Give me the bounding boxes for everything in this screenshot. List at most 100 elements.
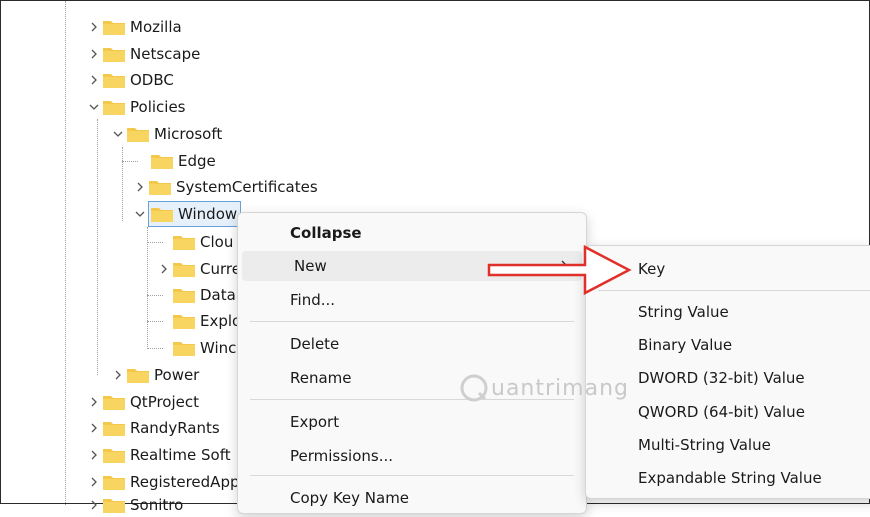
folder-icon bbox=[173, 234, 195, 250]
chevron-right-icon[interactable] bbox=[87, 395, 101, 409]
menu-separator bbox=[598, 290, 870, 291]
folder-icon bbox=[149, 179, 171, 195]
folder-icon bbox=[103, 394, 125, 410]
tree-guide-line bbox=[122, 161, 138, 162]
tree-item-label: Clou bbox=[200, 233, 234, 251]
menu-item-label: String Value bbox=[638, 303, 729, 321]
tree-item-cloud[interactable]: Clou bbox=[173, 230, 233, 254]
tree-guide-line bbox=[147, 242, 163, 243]
chevron-right-icon[interactable] bbox=[157, 262, 171, 276]
folder-icon bbox=[103, 72, 125, 88]
watermark-text: uantrimang bbox=[491, 375, 629, 401]
chevron-right-icon[interactable] bbox=[111, 368, 125, 382]
tree-item-registeredapp[interactable]: RegisteredApp bbox=[87, 470, 239, 494]
tree-item-policies[interactable]: Policies bbox=[87, 95, 185, 119]
menu-item-label: Binary Value bbox=[638, 336, 733, 354]
menu-item-delete[interactable]: Delete bbox=[238, 329, 586, 359]
menu-item-copy-key-name[interactable]: Copy Key Name bbox=[238, 483, 586, 513]
tree-item-sonitro[interactable]: Sonitro bbox=[87, 493, 183, 517]
tree-item-label: QtProject bbox=[130, 393, 200, 411]
folder-icon bbox=[103, 420, 125, 436]
tree-item-label: SystemCertificates bbox=[176, 178, 318, 196]
menu-item-label: DWORD (32-bit) Value bbox=[638, 369, 805, 387]
chevron-right-icon[interactable] bbox=[87, 421, 101, 435]
menu-item-label: Export bbox=[290, 413, 340, 431]
tree-item-data[interactable]: Data bbox=[173, 283, 236, 307]
tree-item-label: Mozilla bbox=[130, 18, 182, 36]
tree-item-label: Microsoft bbox=[154, 125, 223, 143]
menu-item-label: QWORD (64-bit) Value bbox=[638, 403, 805, 421]
menu-item-label: Delete bbox=[290, 335, 340, 353]
chevron-down-icon[interactable] bbox=[87, 100, 101, 114]
tree-item-systemcertificates[interactable]: SystemCertificates bbox=[133, 175, 318, 199]
menu-item-export[interactable]: Export bbox=[238, 407, 586, 437]
submenu-item-expandable-string-value[interactable]: Expandable String Value bbox=[586, 463, 870, 493]
tree-item-windows[interactable]: Window bbox=[133, 201, 241, 227]
folder-icon bbox=[173, 287, 195, 303]
folder-icon bbox=[103, 99, 125, 115]
tree-item-current[interactable]: Curre bbox=[157, 257, 241, 281]
tree-guide-line bbox=[147, 227, 148, 347]
tree-item-label: Policies bbox=[130, 98, 186, 116]
tree-item-randyrants[interactable]: RandyRants bbox=[87, 416, 220, 440]
annotation-arrow-icon bbox=[487, 244, 632, 296]
tree-item-label: RandyRants bbox=[130, 419, 220, 437]
tree-item-label: Winc bbox=[200, 339, 237, 357]
chevron-right-icon[interactable] bbox=[87, 448, 101, 462]
tree-item-label: ODBC bbox=[130, 71, 174, 89]
tree-item-label: Data bbox=[200, 286, 236, 304]
menu-item-label: Copy Key Name bbox=[290, 489, 410, 507]
folder-icon bbox=[151, 153, 173, 169]
menu-item-label: Expandable String Value bbox=[638, 469, 822, 487]
menu-item-label: Multi-String Value bbox=[638, 436, 771, 454]
registry-editor-tree-pane: Mozilla Netscape ODBC Policies Microsoft bbox=[0, 0, 870, 514]
menu-separator bbox=[250, 475, 574, 476]
tree-item-microsoft[interactable]: Microsoft bbox=[111, 122, 222, 146]
submenu-item-multi-string-value[interactable]: Multi-String Value bbox=[586, 430, 870, 460]
folder-icon bbox=[103, 474, 125, 490]
tree-item-label: Sonitro bbox=[130, 496, 184, 514]
chevron-right-icon[interactable] bbox=[87, 47, 101, 61]
chevron-right-icon[interactable] bbox=[87, 475, 101, 489]
menu-item-permissions[interactable]: Permissions... bbox=[238, 441, 586, 471]
tree-item-label: Curre bbox=[200, 260, 241, 278]
folder-icon bbox=[103, 497, 125, 513]
folder-icon bbox=[103, 447, 125, 463]
tree-item-netscape[interactable]: Netscape bbox=[87, 42, 200, 66]
tree-item-explorer[interactable]: Explo bbox=[173, 309, 241, 333]
chevron-right-icon[interactable] bbox=[87, 498, 101, 512]
menu-separator bbox=[250, 321, 574, 322]
tree-item-realtime-soft[interactable]: Realtime Soft bbox=[87, 443, 231, 467]
tree-item-odbc[interactable]: ODBC bbox=[87, 68, 174, 92]
tree-item-label: Power bbox=[154, 366, 200, 384]
tree-item-qtproject[interactable]: QtProject bbox=[87, 390, 199, 414]
folder-icon bbox=[173, 340, 195, 356]
tree-guide-line bbox=[65, 1, 66, 505]
selected-key-highlight: Window bbox=[148, 201, 241, 227]
folder-icon bbox=[173, 313, 195, 329]
tree-item-windows-sub[interactable]: Winc bbox=[173, 336, 236, 360]
menu-item-label: Find... bbox=[290, 291, 336, 309]
chevron-right-icon[interactable] bbox=[87, 20, 101, 34]
menu-item-label: Rename bbox=[290, 369, 352, 387]
menu-item-label: New bbox=[294, 257, 327, 275]
tree-guide-line bbox=[147, 295, 163, 296]
tree-item-power[interactable]: Power bbox=[111, 363, 199, 387]
watermark-logo-icon bbox=[460, 374, 488, 402]
chevron-down-icon[interactable] bbox=[111, 127, 125, 141]
chevron-right-icon[interactable] bbox=[87, 73, 101, 87]
tree-item-label: Window bbox=[178, 205, 238, 223]
chevron-right-icon[interactable] bbox=[133, 180, 147, 194]
tree-item-label: Explo bbox=[200, 312, 242, 330]
tree-item-mozilla[interactable]: Mozilla bbox=[87, 15, 182, 39]
submenu-item-binary-value[interactable]: Binary Value bbox=[586, 330, 870, 360]
folder-icon bbox=[151, 206, 173, 222]
watermark: uantrimang bbox=[459, 373, 629, 403]
chevron-down-icon[interactable] bbox=[133, 207, 147, 221]
tree-guide-line bbox=[147, 348, 163, 349]
tree-guide-line bbox=[122, 147, 123, 221]
submenu-item-string-value[interactable]: String Value bbox=[586, 297, 870, 327]
tree-item-edge[interactable]: Edge bbox=[151, 149, 216, 173]
tree-guide-line bbox=[97, 119, 98, 375]
tree-item-label: RegisteredApp bbox=[130, 473, 240, 491]
